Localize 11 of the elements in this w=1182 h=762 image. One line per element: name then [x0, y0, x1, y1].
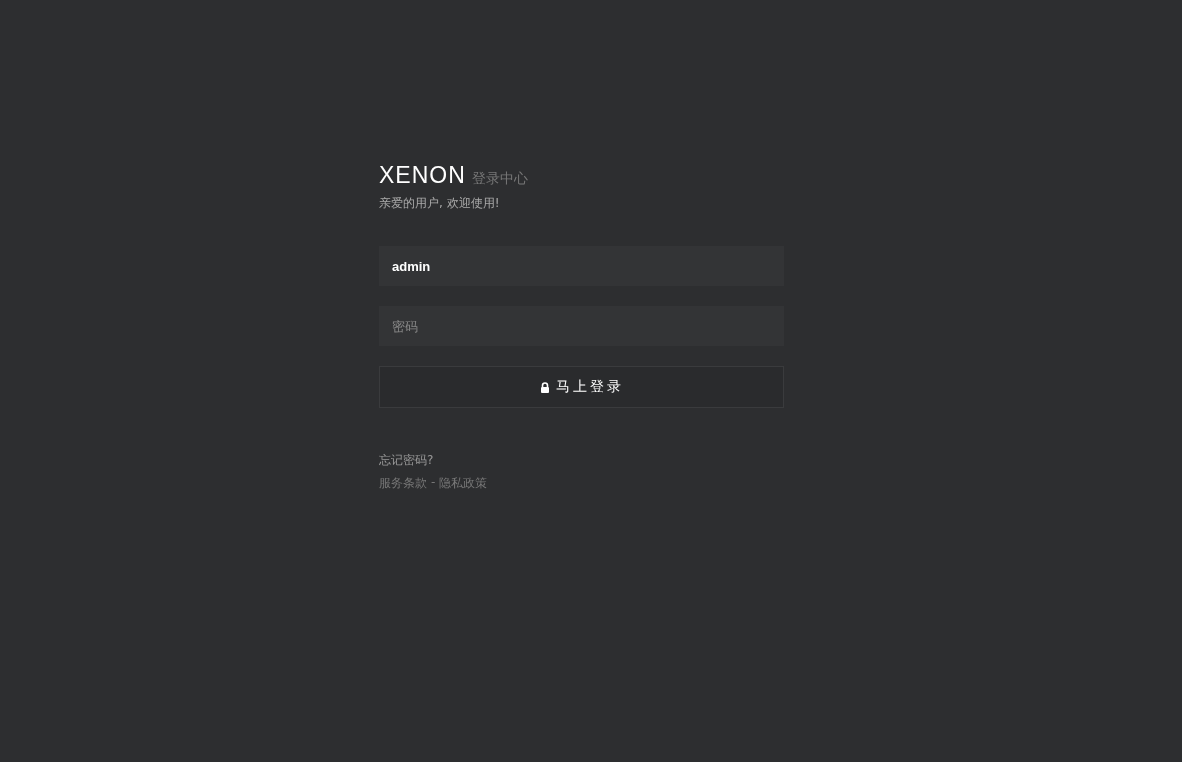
lock-icon — [539, 381, 550, 393]
separator: - — [431, 475, 436, 491]
subtitle: 登录中心 — [471, 169, 528, 187]
legal-link[interactable]: 隐私政策 — [439, 475, 488, 492]
logo: XENON — [379, 163, 466, 187]
username-field[interactable]: admin — [379, 246, 784, 286]
forgot-password-link[interactable]: 忘记密码? — [379, 452, 434, 469]
greeting: 亲爱的用户, 欢迎使用! — [379, 195, 500, 212]
password-field[interactable]: 密码 — [379, 306, 784, 346]
legal-link[interactable]: 服务条款 — [379, 475, 427, 492]
login-button[interactable]: 马上登录 — [379, 366, 784, 408]
